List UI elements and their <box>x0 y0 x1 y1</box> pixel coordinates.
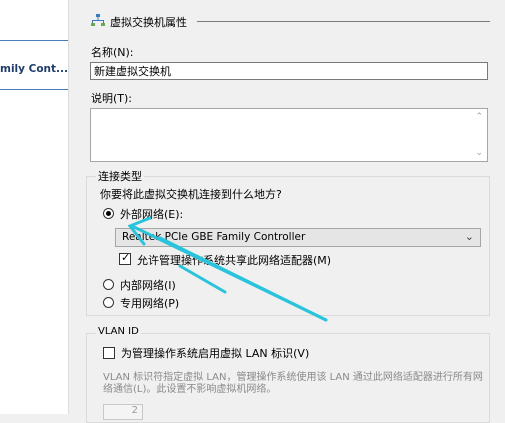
share-adapter-checkbox[interactable]: ✓ <box>119 251 131 265</box>
external-network-radio[interactable] <box>103 208 114 219</box>
notes-label: 说明(T): <box>91 92 133 105</box>
private-network-label[interactable]: 专用网络(P) <box>120 295 179 311</box>
left-selection-rule <box>0 40 68 41</box>
internal-network-label[interactable]: 内部网络(I) <box>120 277 176 293</box>
section-title: 虚拟交换机属性 <box>110 16 187 29</box>
name-input[interactable] <box>90 62 488 80</box>
external-network-label[interactable]: 外部网络(E): <box>120 206 183 222</box>
vlan-id-title: VLAN ID <box>96 326 141 337</box>
left-selected-item[interactable]: mily Cont... <box>0 63 68 75</box>
chevron-down-icon[interactable]: ⌄ <box>465 230 474 243</box>
pane-splitter[interactable] <box>68 0 75 414</box>
name-label: 名称(N): <box>91 46 134 59</box>
vlan-id-input[interactable]: 2 <box>103 404 143 420</box>
chevron-down-icon[interactable]: ⌄ <box>475 148 483 158</box>
network-adapter-dropdown[interactable]: Realtek PCIe GBE Family Controller ⌄ <box>115 228 481 247</box>
enable-vlan-checkbox[interactable] <box>103 347 115 359</box>
vlan-description: VLAN 标识符指定虚拟 LAN，管理操作系统使用该 LAN 通过此网络适配器进… <box>103 372 483 395</box>
connection-type-title: 连接类型 <box>96 168 144 184</box>
left-selection-rule <box>0 89 68 90</box>
private-network-radio[interactable] <box>103 297 114 308</box>
share-adapter-label[interactable]: 允许管理操作系统共享此网络适配器(M) <box>137 252 331 268</box>
adapter-selected-value: Realtek PCIe GBE Family Controller <box>122 231 306 243</box>
connection-question: 你要将此虚拟交换机连接到什么地方? <box>100 188 282 201</box>
enable-vlan-label[interactable]: 为管理操作系统启用虚拟 LAN 标识(V) <box>121 345 309 361</box>
internal-network-radio[interactable] <box>103 279 114 290</box>
chevron-up-icon[interactable]: ⌃ <box>475 112 483 122</box>
notes-textarea[interactable]: ⌃ ⌄ <box>90 108 488 162</box>
checkmark-icon: ✓ <box>121 251 131 264</box>
network-switch-icon <box>91 14 105 26</box>
section-divider <box>197 21 490 22</box>
